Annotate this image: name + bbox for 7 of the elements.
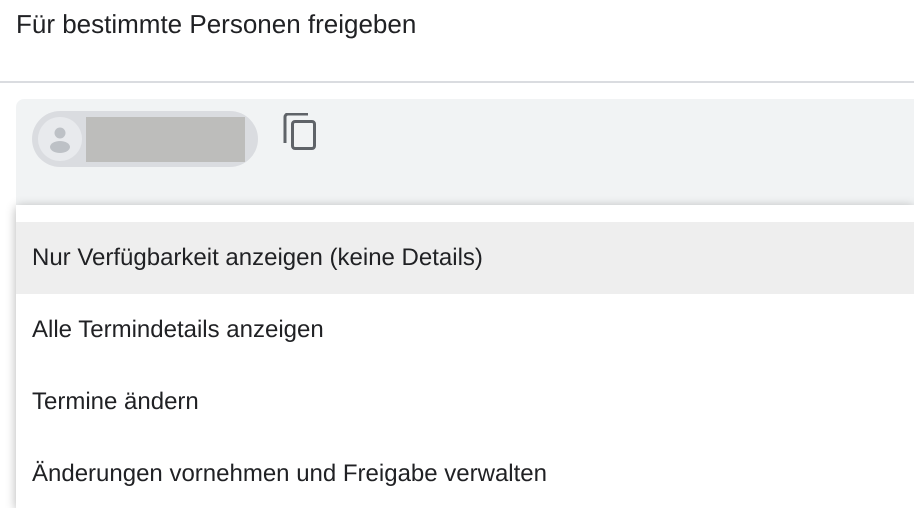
dialog-title: Für bestimmte Personen freigeben [15, 8, 418, 41]
menu-item[interactable]: Nur Verfügbarkeit anzeigen (keine Details) [16, 222, 914, 294]
menu-item[interactable]: Termine ändern [16, 366, 914, 438]
copy-icon[interactable] [283, 113, 317, 151]
menu-item[interactable]: Änderungen vornehmen und Freigabe verwalten [16, 438, 914, 508]
person-avatar-icon [38, 117, 82, 161]
menu-item[interactable]: Alle Termindetails anzeigen [16, 294, 914, 366]
